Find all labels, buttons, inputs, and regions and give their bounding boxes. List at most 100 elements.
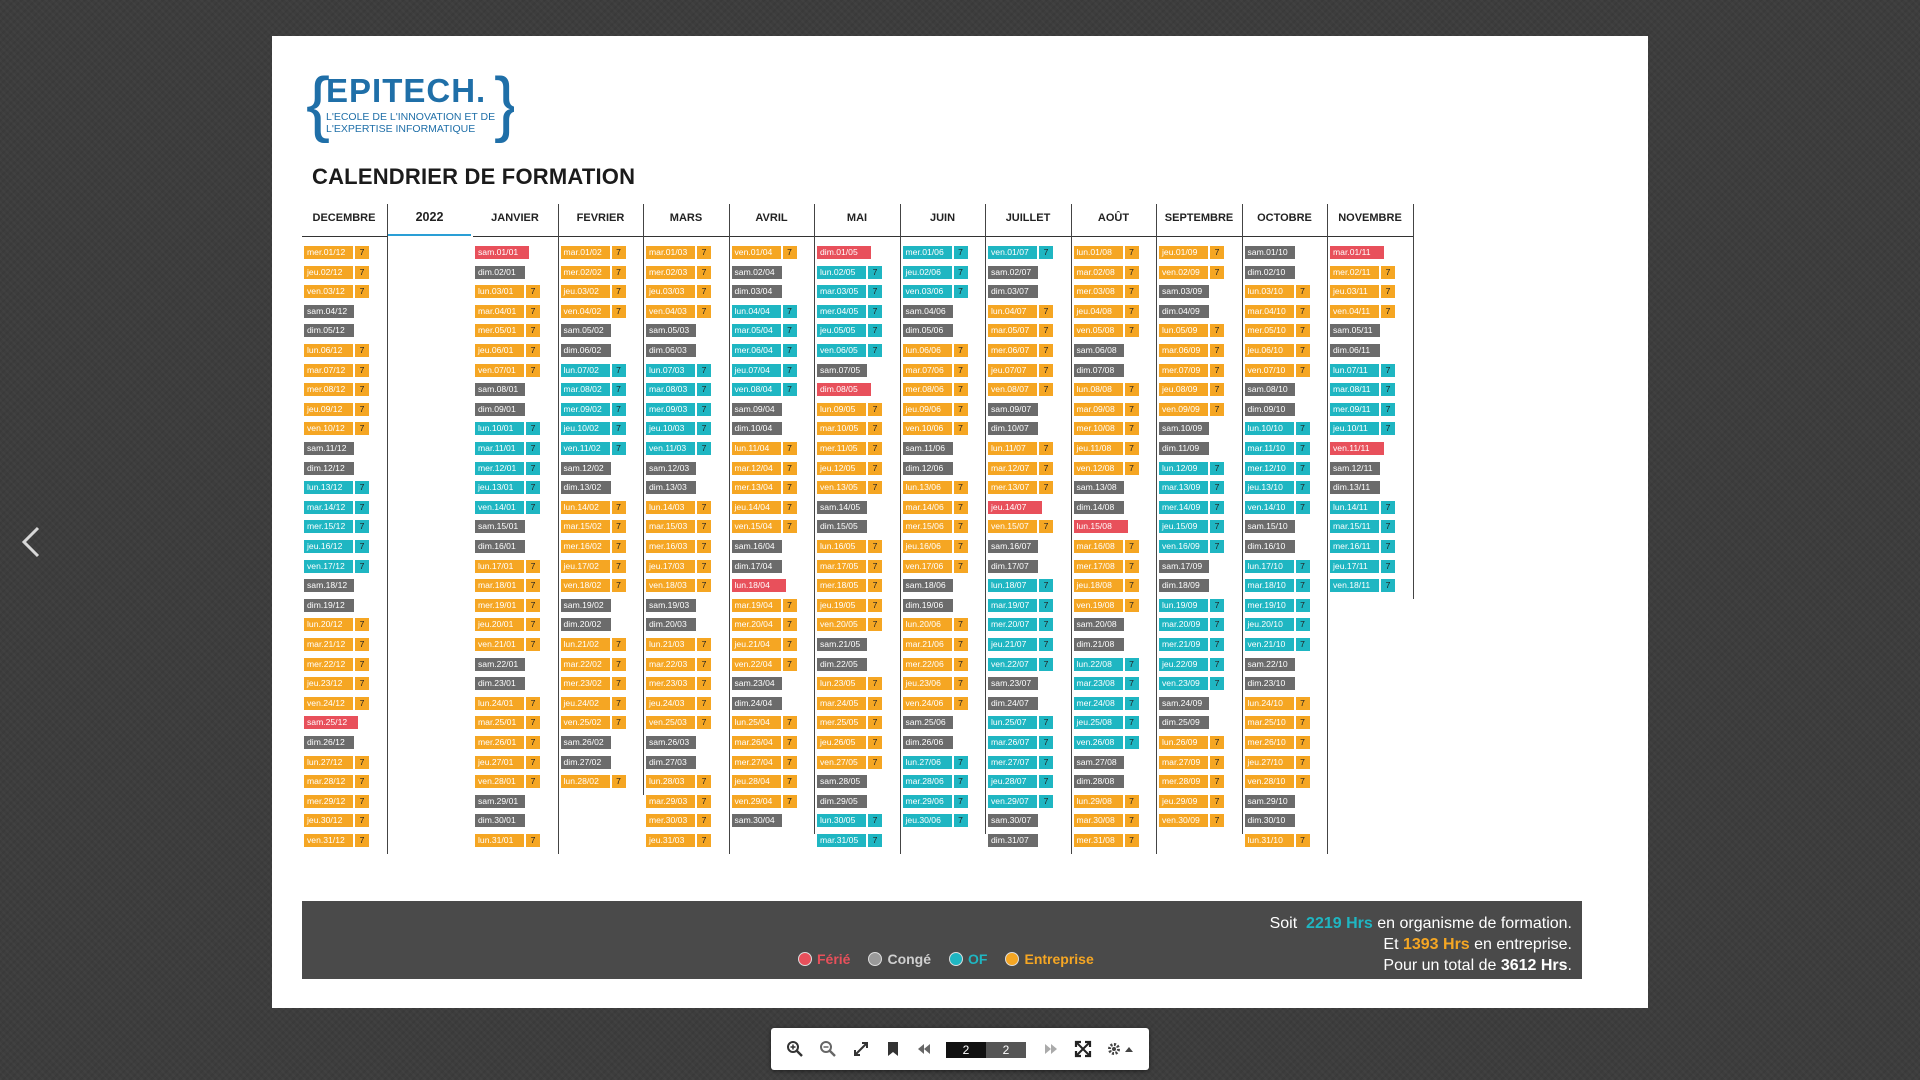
calendar-day: ven.08/07 — [988, 383, 1037, 397]
calendar-day: jeu.23/06 — [902, 677, 952, 691]
previous-page-arrow-icon[interactable] — [14, 522, 48, 562]
zoom-in-icon[interactable] — [785, 1039, 805, 1059]
calendar-day: mer.16/11 — [1330, 540, 1379, 553]
day-hours: 7 — [1210, 402, 1224, 416]
day-hours: 7 — [1295, 834, 1310, 847]
calendar-day: ven.22/04 — [731, 657, 781, 671]
calendar-day: mer.10/08 — [1073, 422, 1123, 436]
calendar-day: jeu.09/12 — [304, 402, 353, 416]
calendar-day: mar.10/05 — [817, 422, 866, 436]
calendar-day: sam.09/04 — [731, 402, 782, 416]
day-hours: 7 — [1210, 500, 1224, 514]
fit-page-icon[interactable] — [851, 1039, 871, 1059]
calendar-day: mer.19/10 — [1244, 598, 1294, 612]
month-header: MARS — [669, 212, 703, 224]
calendar-day: lun.31/10 — [1244, 834, 1294, 847]
calendar-day: mer.15/06 — [902, 520, 952, 534]
calendar-day: ven.08/04 — [731, 383, 781, 397]
day-hours: 7 — [611, 500, 626, 514]
calendar-day: ven.03/06 — [902, 285, 952, 299]
zoom-out-icon[interactable] — [818, 1039, 838, 1059]
day-hours: 7 — [782, 716, 797, 730]
day-hours: 7 — [1124, 716, 1139, 730]
header-underline — [1242, 236, 1328, 237]
day-hours: 7 — [355, 794, 369, 808]
first-page-icon[interactable] — [914, 1039, 934, 1059]
day-hours: 7 — [355, 755, 369, 769]
day-hours: 7 — [782, 304, 797, 318]
day-hours: 7 — [526, 442, 540, 455]
day-hours: 7 — [782, 442, 797, 455]
calendar-day: mar.23/08 — [1073, 677, 1123, 691]
calendar-day: ven.11/02 — [560, 442, 610, 455]
day-hours: 7 — [526, 344, 540, 357]
day-hours: 7 — [355, 265, 369, 279]
calendar-day: sam.02/07 — [988, 265, 1038, 279]
day-hours: 7 — [1124, 579, 1139, 593]
calendar-day: jeu.09/06 — [902, 402, 952, 416]
calendar-day: lun.10/10 — [1244, 422, 1294, 436]
calendar-day: mar.04/10 — [1244, 304, 1294, 318]
day-hours: 7 — [1295, 304, 1310, 318]
calendar-day: mar.01/11 — [1330, 246, 1384, 259]
calendar-day: lun.03/01 — [475, 285, 524, 299]
day-hours: 7 — [526, 461, 540, 475]
day-hours: 7 — [697, 500, 711, 514]
calendar-day: sam.12/03 — [646, 461, 696, 475]
day-hours: 7 — [868, 755, 882, 769]
calendar-day: dim.02/10 — [1244, 265, 1295, 279]
calendar-day: jeu.14/07 — [988, 500, 1042, 514]
bookmark-icon[interactable] — [883, 1039, 903, 1059]
day-hours: 7 — [1381, 559, 1395, 573]
calendar-day: mer.28/09 — [1159, 775, 1208, 789]
day-hours: 7 — [1295, 579, 1310, 593]
calendar-day: ven.23/09 — [1159, 677, 1208, 691]
calendar-day: dim.18/09 — [1159, 579, 1209, 593]
calendar-day: dim.17/04 — [731, 559, 782, 573]
day-hours: 7 — [1124, 736, 1139, 749]
legend-item: Férié — [798, 951, 850, 967]
year-header: 2022 — [415, 210, 444, 224]
column-divider — [643, 204, 644, 795]
calendar-day: ven.28/10 — [1244, 775, 1294, 789]
fullscreen-icon[interactable] — [1073, 1039, 1093, 1059]
calendar-day: lun.12/09 — [1159, 461, 1208, 475]
calendar-day: sam.16/04 — [731, 540, 782, 553]
calendar-day: mer.13/04 — [731, 481, 781, 495]
calendar-day: mar.22/02 — [560, 657, 610, 671]
day-hours: 7 — [697, 246, 711, 259]
calendar-day: ven.01/04 — [731, 246, 781, 259]
calendar-day: dim.23/01 — [475, 677, 525, 691]
calendar-day: ven.18/02 — [560, 579, 610, 593]
calendar-day: jeu.27/10 — [1244, 755, 1294, 769]
day-hours: 7 — [1210, 618, 1224, 632]
day-hours: 7 — [697, 540, 711, 553]
column-divider — [1156, 204, 1157, 854]
calendar-day: dim.08/05 — [817, 383, 871, 397]
calendar-day: mar.05/04 — [731, 324, 781, 338]
calendar-day: mer.16/03 — [646, 540, 695, 553]
header-underline — [644, 236, 730, 237]
legend-item: Congé — [868, 951, 931, 967]
day-hours: 7 — [526, 834, 540, 847]
day-hours: 7 — [1039, 442, 1053, 455]
settings-icon[interactable] — [1105, 1039, 1135, 1059]
day-hours: 7 — [526, 618, 540, 632]
day-hours: 7 — [1039, 481, 1053, 495]
calendar-day: sam.24/09 — [1159, 696, 1209, 710]
calendar-day: sam.23/04 — [731, 677, 782, 691]
last-page-icon[interactable] — [1041, 1039, 1061, 1059]
current-page-input[interactable] — [946, 1042, 986, 1058]
day-hours: 7 — [1039, 638, 1053, 651]
calendar-day: dim.25/09 — [1159, 716, 1209, 730]
calendar-day: lun.06/12 — [304, 344, 353, 357]
calendar-day: sam.08/10 — [1244, 383, 1295, 397]
calendar-day: jeu.29/09 — [1159, 794, 1208, 808]
column-divider — [1412, 204, 1414, 599]
calendar-day: mer.29/06 — [902, 794, 952, 808]
calendar-day: mer.06/04 — [731, 344, 781, 357]
day-hours: 7 — [1039, 716, 1053, 730]
day-hours: 7 — [697, 285, 711, 299]
total-hours-value: 3612 Hrs — [1500, 957, 1568, 974]
column-divider — [1070, 204, 1072, 854]
